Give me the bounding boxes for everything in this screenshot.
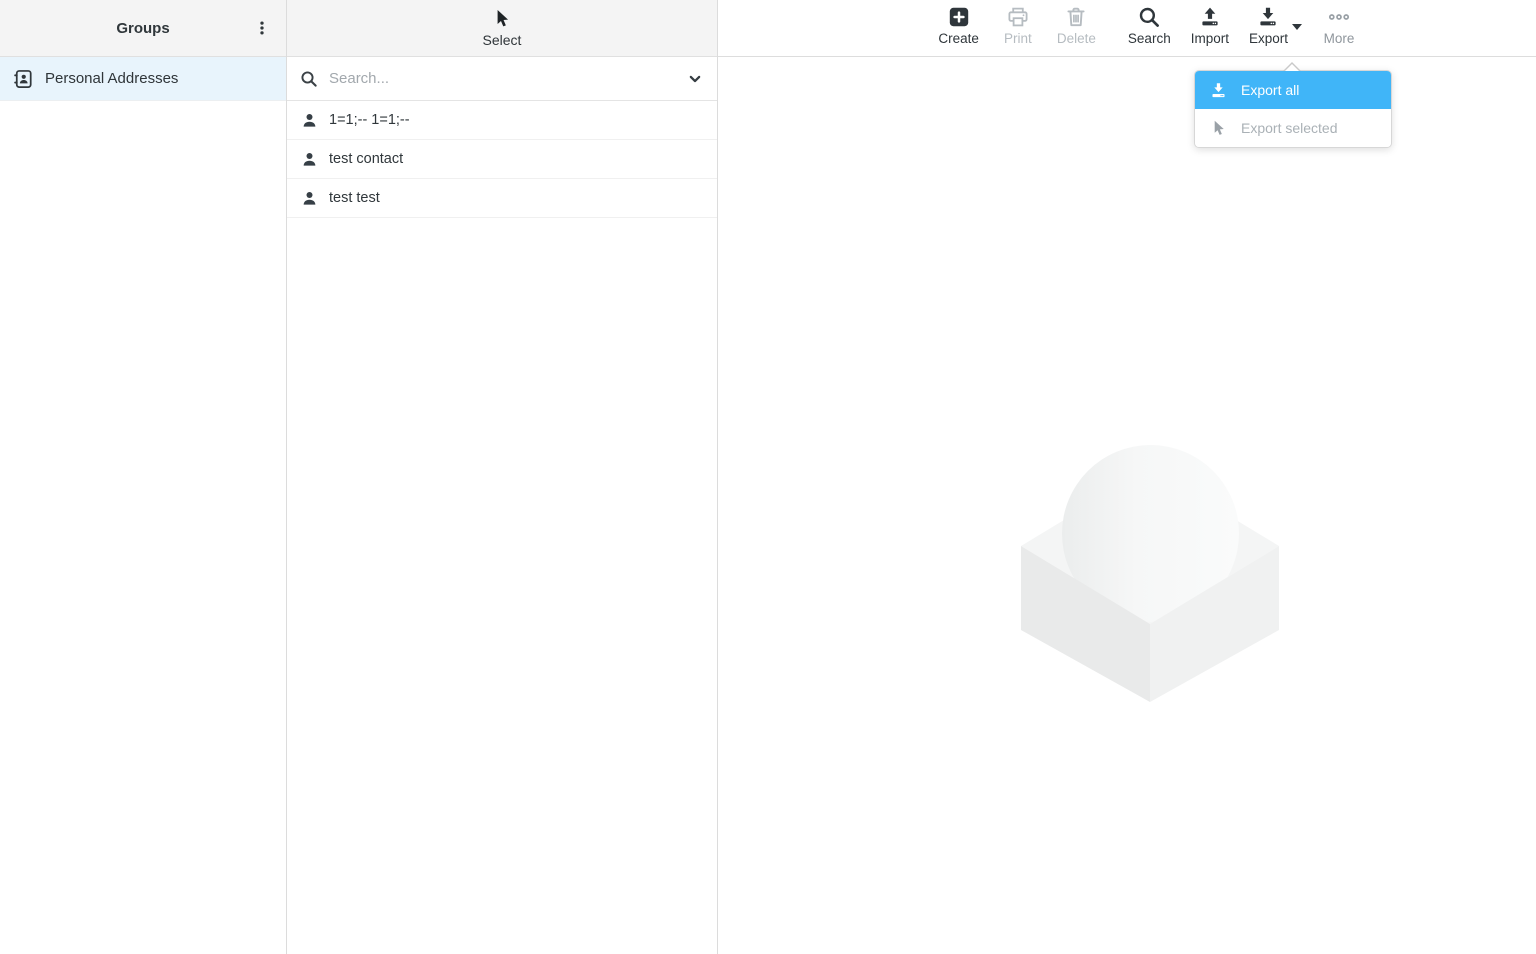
printer-icon (1006, 5, 1030, 29)
create-label: Create (938, 31, 979, 46)
person-icon (300, 150, 319, 169)
roundcube-watermark-logo (1021, 445, 1281, 703)
contacts-panel: Select 1=1;-- 1=1;-- test cont (287, 0, 718, 954)
menu-item-export-selected[interactable]: Export selected (1195, 109, 1391, 147)
more-button[interactable]: More (1320, 5, 1358, 46)
cursor-icon (491, 8, 513, 30)
cursor-icon (1209, 119, 1228, 138)
search-icon (299, 69, 319, 89)
contact-name: test contact (329, 151, 403, 167)
delete-label: Delete (1057, 31, 1096, 46)
search-label: Search (1128, 31, 1171, 46)
contacts-header-select-button[interactable]: Select (287, 0, 717, 57)
group-label: Personal Addresses (45, 70, 178, 87)
addressbook-app: Groups Personal Addresses (0, 0, 1536, 954)
download-icon (1209, 81, 1228, 100)
content-pane: Create Print Delete (718, 0, 1536, 954)
search-icon (1137, 5, 1161, 29)
search-button[interactable]: Search (1128, 5, 1171, 46)
contact-list-item[interactable]: test test (287, 179, 717, 218)
select-label: Select (483, 32, 522, 48)
print-label: Print (1004, 31, 1032, 46)
dropdown-caret-fill (1285, 64, 1299, 71)
contact-name: 1=1;-- 1=1;-- (329, 112, 410, 128)
toolbar: Create Print Delete (718, 0, 1536, 57)
print-button[interactable]: Print (999, 5, 1037, 46)
person-icon (300, 111, 319, 130)
menu-item-label: Export all (1241, 82, 1299, 98)
more-label: More (1324, 31, 1355, 46)
groups-title: Groups (116, 20, 169, 37)
contact-name: test test (329, 190, 380, 206)
person-icon (300, 189, 319, 208)
chevron-down-icon[interactable] (1292, 24, 1302, 30)
export-button[interactable]: Export (1249, 5, 1288, 46)
menu-item-export-all[interactable]: Export all (1195, 71, 1391, 109)
import-label: Import (1191, 31, 1229, 46)
address-book-icon (12, 68, 34, 90)
create-button[interactable]: Create (938, 5, 979, 46)
export-label: Export (1249, 31, 1288, 46)
sidebar-item-personal-addresses[interactable]: Personal Addresses (0, 57, 286, 101)
plus-square-icon (947, 5, 971, 29)
groups-options-button[interactable] (248, 14, 276, 42)
contact-list-item[interactable]: 1=1;-- 1=1;-- (287, 101, 717, 140)
export-dropdown-menu: Export all Export selected (1194, 70, 1392, 148)
kebab-menu-icon (253, 19, 271, 37)
download-icon (1256, 5, 1280, 29)
delete-button[interactable]: Delete (1057, 5, 1096, 46)
ellipsis-icon (1327, 5, 1351, 29)
menu-item-label: Export selected (1241, 120, 1338, 136)
groups-sidebar: Groups Personal Addresses (0, 0, 287, 954)
groups-header: Groups (0, 0, 286, 57)
import-button[interactable]: Import (1191, 5, 1229, 46)
upload-icon (1198, 5, 1222, 29)
contact-list-item[interactable]: test contact (287, 140, 717, 179)
search-input[interactable] (329, 70, 685, 87)
contacts-searchbar (287, 57, 717, 101)
chevron-down-icon[interactable] (685, 69, 705, 89)
trash-icon (1064, 5, 1088, 29)
